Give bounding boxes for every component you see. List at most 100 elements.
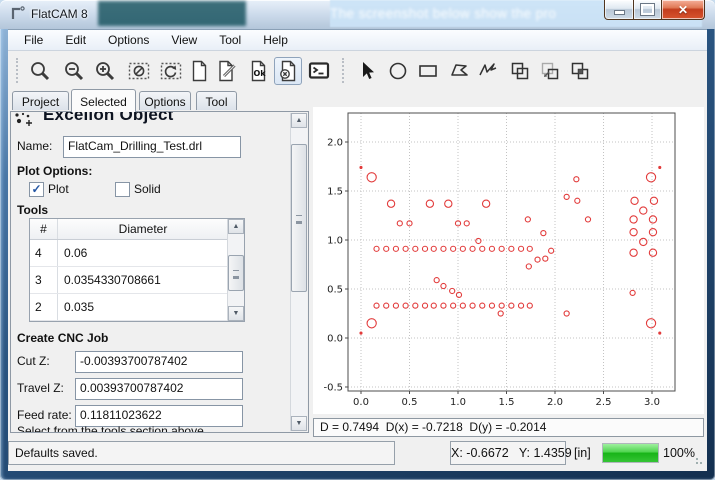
solid-checkbox[interactable] [115, 182, 130, 197]
menu-tool[interactable]: Tool [208, 30, 252, 50]
clear-plot-icon [127, 59, 151, 83]
draw-polyline-button[interactable] [474, 57, 502, 85]
maximize-button[interactable] [634, 0, 662, 20]
plot-canvas[interactable]: 0.00.51.01.52.02.53.0-0.50.00.51.01.52.0 [313, 107, 704, 414]
shell-button[interactable] [305, 57, 333, 85]
scroll-up-icon[interactable]: ▲ [228, 219, 244, 234]
feed-rate-label: Feed rate: [17, 408, 72, 422]
delete-object-button[interactable] [274, 57, 302, 85]
svg-text:0.5: 0.5 [402, 397, 418, 408]
menu-options[interactable]: Options [97, 30, 160, 50]
table-scrollbar-thumb[interactable] [228, 255, 244, 291]
tab-project[interactable]: Project [12, 91, 69, 110]
pointer-icon [356, 59, 380, 83]
scroll-down-icon[interactable]: ▼ [291, 416, 307, 431]
zoom-in-button[interactable] [91, 57, 119, 85]
move-icon [538, 59, 562, 83]
svg-text:1.5: 1.5 [327, 187, 343, 198]
polygon-icon [448, 59, 472, 83]
tool-number: 2 [30, 294, 58, 320]
travel-z-input[interactable]: 0.00393700787402 [75, 378, 243, 400]
zoom-in-icon [93, 59, 117, 83]
new-project-button[interactable] [185, 57, 213, 85]
cursor-coordinates: X: -0.6672 Y: 1.4359 [450, 441, 566, 465]
tab-tool[interactable]: Tool [196, 91, 237, 110]
cnc-heading: Create CNC Job [17, 331, 108, 345]
pointer-tool-button[interactable] [354, 57, 382, 85]
menu-edit[interactable]: Edit [54, 30, 97, 50]
menu-file[interactable]: File [13, 30, 54, 50]
status-message: Defaults saved. [8, 441, 395, 465]
replot-icon [159, 59, 183, 83]
table-row[interactable]: 4 0.06 [30, 240, 244, 267]
draw-polygon-button[interactable] [446, 57, 474, 85]
client-area: File Edit Options View Tool Help [8, 29, 707, 471]
titlebar[interactable]: The screenshot below show the pro FlatCA… [0, 0, 715, 29]
zoom-fit-icon [28, 59, 52, 83]
menu-view[interactable]: View [160, 30, 208, 50]
table-scrollbar[interactable]: ▲ ▼ [227, 219, 244, 321]
drill-plot: 0.00.51.01.52.02.53.0-0.50.00.51.01.52.0 [313, 107, 704, 414]
delete-file-icon [276, 59, 300, 83]
statusbar: Defaults saved. X: -0.6672 Y: 1.4359 [in… [8, 439, 707, 471]
panel-scrollbar-thumb[interactable] [291, 144, 307, 292]
tools-label: Tools [17, 203, 48, 217]
minimize-button[interactable] [604, 0, 634, 20]
maximize-icon [641, 4, 654, 15]
geometry-move-button[interactable] [536, 57, 564, 85]
plot-checkbox[interactable] [29, 182, 44, 197]
svg-text:0.0: 0.0 [353, 397, 369, 408]
save-ok-button[interactable]: Ok [245, 57, 273, 85]
name-label: Name: [17, 139, 52, 153]
scroll-up-icon[interactable]: ▲ [291, 113, 307, 128]
zoom-out-icon [62, 59, 86, 83]
svg-text:-0.5: -0.5 [323, 382, 343, 393]
svg-text:3.0: 3.0 [644, 397, 660, 408]
svg-text:2.0: 2.0 [547, 397, 563, 408]
table-row[interactable]: 3 0.0354330708661 [30, 267, 244, 294]
selected-panel: Excellon Object Name: FlatCam_Drilling_T… [10, 111, 309, 433]
draw-rectangle-button[interactable] [414, 57, 442, 85]
cut-z-input[interactable]: -0.00393700787402 [75, 351, 243, 373]
svg-text:Ok: Ok [254, 69, 267, 78]
circle-icon [386, 59, 410, 83]
window-frame: The screenshot below show the pro FlatCA… [0, 0, 715, 480]
replot-button[interactable] [157, 57, 185, 85]
svg-text:0.5: 0.5 [327, 284, 343, 295]
name-input[interactable]: FlatCam_Drilling_Test.drl [63, 136, 241, 158]
tab-options[interactable]: Options [139, 91, 191, 110]
resize-grip[interactable] [695, 457, 705, 467]
diameter-header[interactable]: Diameter [58, 219, 244, 239]
tool-diameter: 0.06 [58, 240, 228, 266]
cut-z-label: Cut Z: [17, 354, 50, 368]
tool-diameter: 0.0354330708661 [58, 267, 228, 293]
svg-text:1.5: 1.5 [499, 397, 515, 408]
progress-percent: 100% [663, 446, 695, 460]
toolbar-grip[interactable] [342, 58, 347, 83]
solid-checkbox-label[interactable]: Solid [134, 182, 161, 196]
clear-plot-button[interactable] [125, 57, 153, 85]
menu-help[interactable]: Help [252, 30, 299, 50]
toolbar: Ok [8, 52, 707, 89]
tool-number-header[interactable]: # [30, 219, 58, 239]
svg-text:1.0: 1.0 [327, 235, 343, 246]
svg-text:2.5: 2.5 [596, 397, 612, 408]
toolbar-grip[interactable] [16, 58, 21, 83]
excellon-drill-icon [13, 112, 35, 130]
polyline-icon [476, 59, 500, 83]
zoom-out-button[interactable] [60, 57, 88, 85]
geometry-copy-button[interactable] [566, 57, 594, 85]
table-row[interactable]: 2 0.035 [30, 294, 244, 321]
measurement-bar: D = 0.7494 D(x) = -0.7218 D(y) = -0.2014 [313, 418, 704, 437]
scroll-down-icon[interactable]: ▼ [228, 306, 244, 321]
flatcam-logo-icon [9, 5, 26, 22]
panel-scrollbar[interactable]: ▲ ▼ [290, 113, 307, 431]
open-edit-button[interactable] [213, 57, 241, 85]
zoom-fit-button[interactable] [26, 57, 54, 85]
draw-circle-button[interactable] [384, 57, 412, 85]
tab-selected[interactable]: Selected [71, 89, 136, 112]
close-button[interactable]: ✕ [662, 0, 705, 20]
geometry-union-button[interactable] [506, 57, 534, 85]
svg-text:0.0: 0.0 [327, 333, 343, 344]
plot-checkbox-label[interactable]: Plot [48, 182, 69, 196]
